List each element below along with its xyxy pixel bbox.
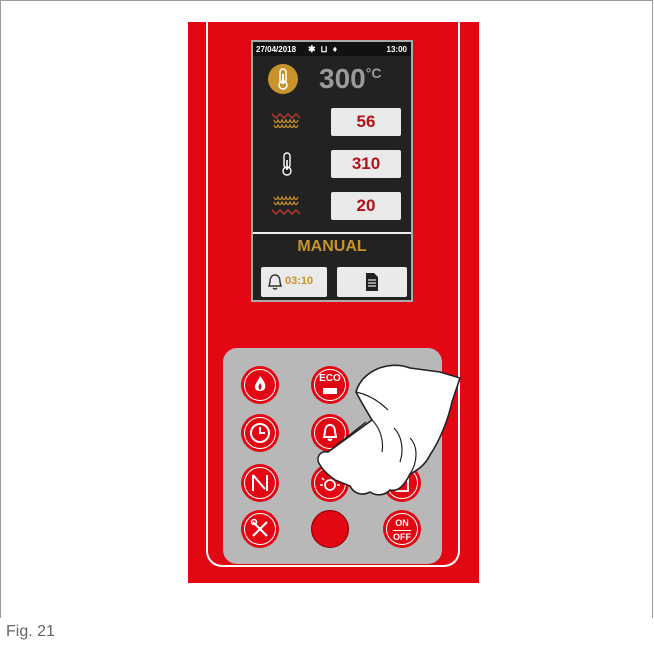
- pointing-hand-illustration: [317, 364, 462, 496]
